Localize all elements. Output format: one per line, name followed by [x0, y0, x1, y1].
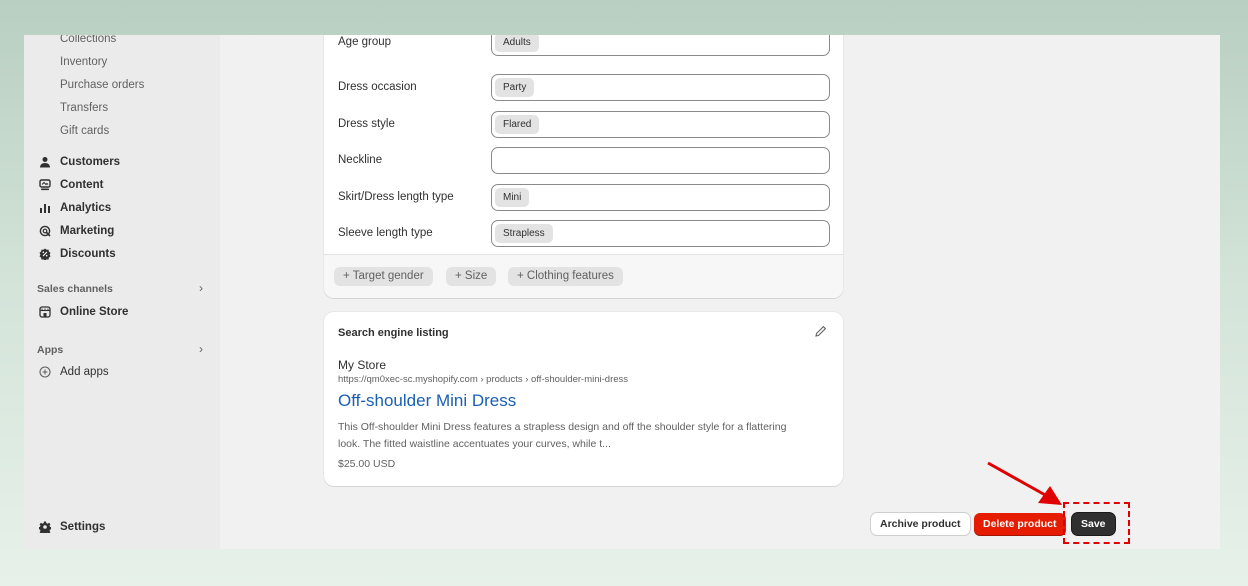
gear-icon — [38, 520, 52, 534]
sidebar-item-purchase-orders[interactable]: Purchase orders — [60, 79, 144, 91]
annotation-arrow — [987, 461, 1062, 505]
content-icon — [38, 178, 52, 192]
person-icon — [38, 155, 52, 169]
bar-chart-icon — [38, 201, 52, 215]
value-chip[interactable]: Adults — [495, 35, 539, 52]
attribute-label: Dress occasion — [338, 81, 417, 93]
add-clothing-features-button[interactable]: + Clothing features — [508, 267, 623, 286]
apps-heading[interactable]: Apps — [37, 344, 63, 356]
sidebar-item-label: Online Store — [60, 306, 129, 318]
value-chip[interactable]: Strapless — [495, 224, 553, 243]
value-chip[interactable]: Party — [495, 78, 535, 97]
chevron-right-icon[interactable]: › — [199, 342, 203, 356]
seo-description: This Off-shoulder Mini Dress features a … — [338, 421, 787, 450]
sleeve-length-type-field[interactable]: Strapless — [491, 220, 830, 247]
add-size-button[interactable]: + Size — [446, 267, 497, 286]
sidebar-item-label: Marketing — [60, 225, 115, 237]
chevron-right-icon[interactable]: › — [199, 281, 203, 295]
search-engine-listing-card: Search engine listing My Store https://q… — [324, 312, 843, 486]
main-content: Age group Adults Dress occasion Party Dr… — [220, 35, 1220, 549]
sidebar-item-transfers[interactable]: Transfers — [60, 102, 108, 114]
attribute-row-skirt-length: Skirt/Dress length type Mini — [338, 184, 830, 212]
sidebar-item-inventory[interactable]: Inventory — [60, 56, 107, 68]
sidebar: Collections Inventory Purchase orders Tr… — [24, 35, 220, 549]
attribute-label: Neckline — [338, 154, 383, 166]
attribute-row-neckline: Neckline — [338, 147, 830, 175]
sidebar-item-analytics[interactable]: Analytics — [38, 201, 111, 215]
neckline-field[interactable] — [491, 147, 830, 174]
target-icon — [38, 224, 52, 238]
sidebar-item-label: Customers — [60, 156, 121, 168]
plus-circle-icon — [38, 365, 52, 379]
seo-product-title: Off-shoulder Mini Dress — [338, 391, 517, 410]
attribute-row-sleeve-length: Sleeve length type Strapless — [338, 220, 830, 248]
value-chip[interactable]: Flared — [495, 115, 540, 134]
seo-price: $25.00 USD — [338, 458, 396, 470]
attribute-row-dress-style: Dress style Flared — [338, 111, 830, 139]
dress-occasion-field[interactable]: Party — [491, 74, 830, 101]
seo-store-name: My Store — [338, 358, 387, 372]
seo-card-title: Search engine listing — [338, 327, 449, 339]
attribute-label: Sleeve length type — [338, 227, 433, 239]
sidebar-item-marketing[interactable]: Marketing — [38, 224, 114, 238]
seo-url: https://qm0xec-sc.myshopify.com › produc… — [338, 374, 629, 385]
sales-channels-heading[interactable]: Sales channels — [37, 283, 113, 295]
sidebar-item-settings[interactable]: Settings — [38, 520, 105, 534]
add-target-gender-button[interactable]: + Target gender — [334, 267, 433, 286]
skirt-dress-length-type-field[interactable]: Mini — [491, 184, 830, 211]
category-metafields-card: Age group Adults Dress occasion Party Dr… — [324, 35, 843, 298]
pencil-icon[interactable] — [814, 325, 827, 343]
attribute-label: Skirt/Dress length type — [338, 191, 454, 203]
sidebar-item-collections[interactable]: Collections — [60, 35, 116, 45]
sidebar-item-label: Add apps — [60, 366, 109, 378]
sidebar-item-gift-cards[interactable]: Gift cards — [60, 125, 109, 137]
sidebar-item-label: Settings — [60, 521, 106, 533]
attribute-row-dress-occasion: Dress occasion Party — [338, 74, 830, 102]
sidebar-item-discounts[interactable]: Discounts — [38, 247, 116, 261]
sidebar-item-content[interactable]: Content — [38, 178, 103, 192]
attribute-label: Age group — [338, 36, 392, 48]
dress-style-field[interactable]: Flared — [491, 111, 830, 138]
add-attribute-bar: + Target gender + Size + Clothing featur… — [324, 254, 843, 298]
sidebar-item-label: Discounts — [60, 248, 116, 260]
save-button[interactable]: Save — [1072, 513, 1115, 535]
attribute-label: Dress style — [338, 118, 395, 130]
store-icon — [38, 305, 52, 319]
archive-product-button[interactable]: Archive product — [871, 513, 970, 535]
sidebar-item-add-apps[interactable]: Add apps — [38, 365, 109, 379]
sidebar-item-online-store[interactable]: Online Store — [38, 305, 128, 319]
delete-product-button[interactable]: Delete product — [974, 513, 1066, 535]
value-chip[interactable]: Mini — [495, 188, 530, 207]
discount-icon — [38, 247, 52, 261]
age-group-field[interactable]: Adults — [491, 35, 830, 56]
sidebar-item-label: Content — [60, 179, 104, 191]
attribute-row-age-group: Age group Adults — [338, 35, 830, 57]
sidebar-item-customers[interactable]: Customers — [38, 155, 120, 169]
sidebar-item-label: Analytics — [60, 202, 112, 214]
